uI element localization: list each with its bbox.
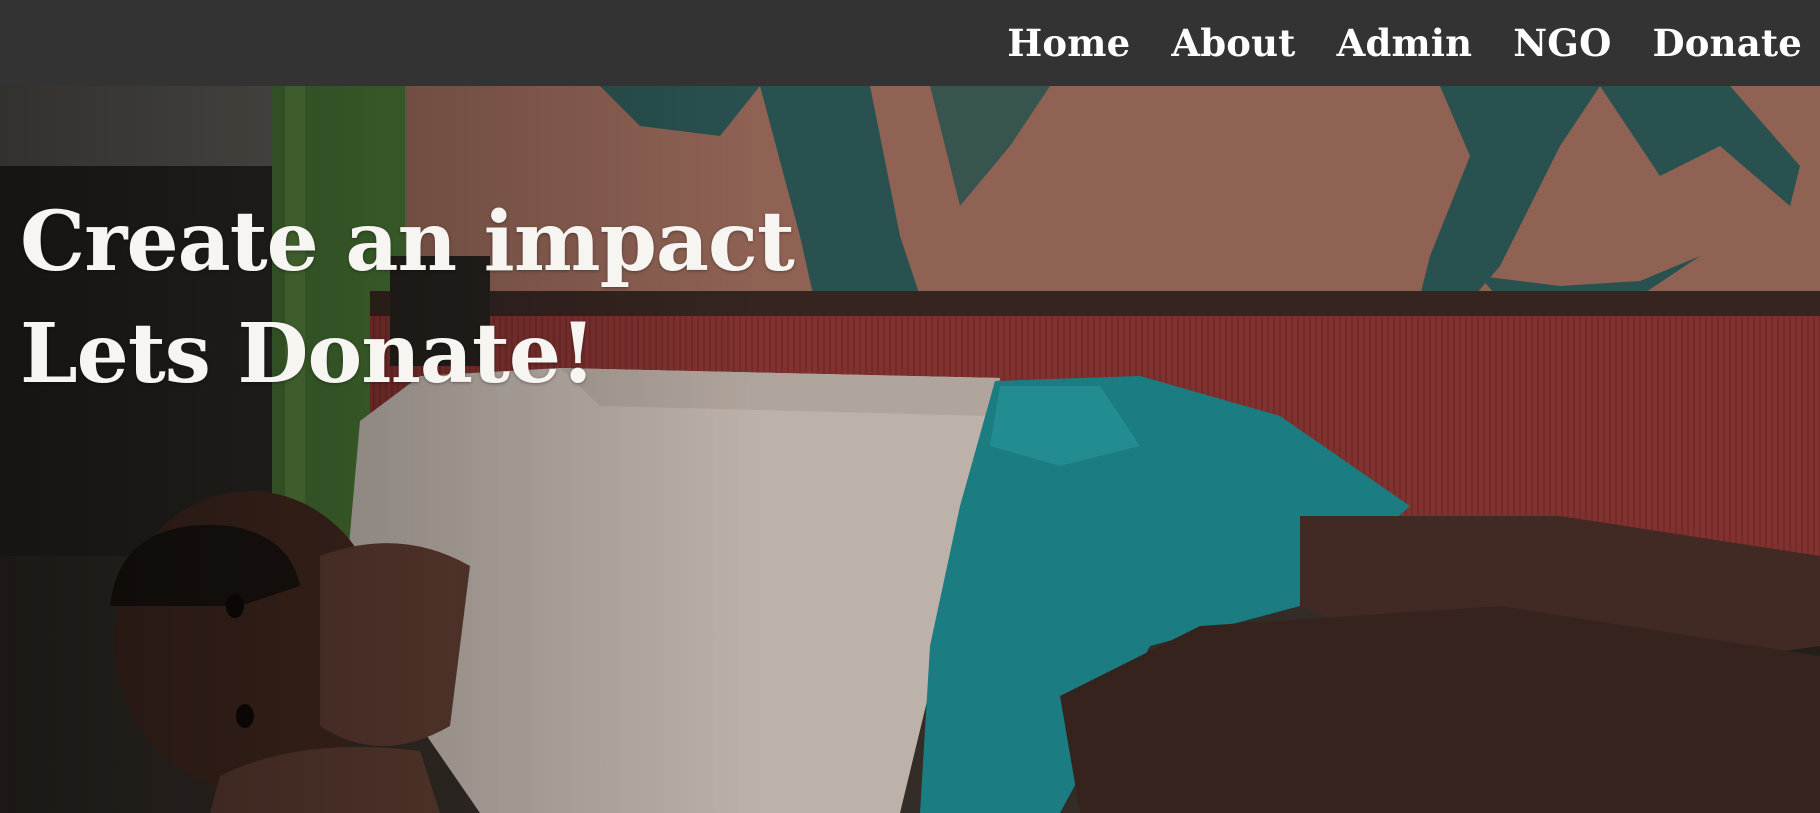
hero-heading-line2: Lets Donate!	[20, 306, 596, 402]
nav-admin-link[interactable]: Admin	[1337, 21, 1473, 65]
nav-about-link[interactable]: About	[1171, 21, 1295, 65]
hero-heading: Create an impact Lets Donate!	[20, 186, 795, 410]
hero-heading-line1: Create an impact	[20, 194, 795, 290]
nav-ngo-link[interactable]: NGO	[1513, 21, 1611, 65]
nav-home-link[interactable]: Home	[1007, 21, 1130, 65]
hero-section: Create an impact Lets Donate!	[0, 86, 1820, 813]
nav-links: Home About Admin NGO Donate	[1007, 0, 1802, 86]
nav-donate-link[interactable]: Donate	[1653, 21, 1802, 65]
navbar: Home About Admin NGO Donate	[0, 0, 1820, 86]
